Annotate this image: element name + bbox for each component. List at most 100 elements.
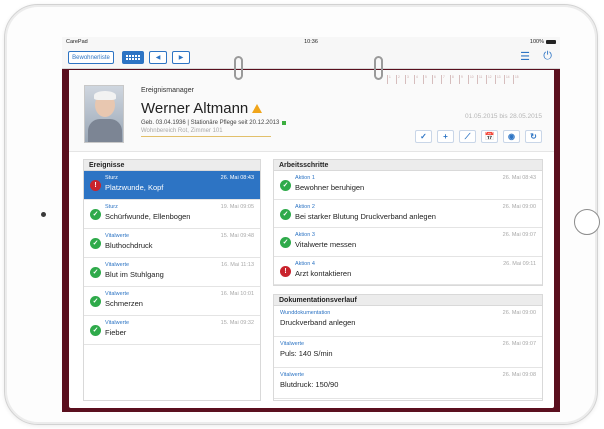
timeline-day[interactable]: 2 [396, 75, 403, 84]
item-category: Vitalwerte [280, 372, 305, 378]
steps-panel: Arbeitsschritte ✓ Aktion 1 Bewohner beruhi… [273, 159, 543, 286]
step-row[interactable]: ✓ Aktion 1 Bewohner beruhigen 26. Mai 08:43 [274, 171, 542, 200]
timeline-day[interactable]: 8 [450, 75, 457, 84]
timeline-day[interactable]: 14 [504, 75, 511, 84]
resident-list-button[interactable]: Bewohnerliste [68, 51, 114, 64]
check-icon: ✓ [90, 325, 101, 336]
item-title: Blut im Stuhlgang [105, 270, 164, 279]
item-title: Arzt kontaktieren [295, 268, 352, 278]
refresh-button[interactable]: ↻ [525, 130, 542, 143]
timeline-day[interactable]: 6 [432, 75, 439, 84]
events-list: ! Sturz Platzwunde, Kopf 26. Mai 08:43 ✓ Stur… [84, 171, 260, 345]
timeline-day[interactable]: 15 [513, 75, 520, 84]
step-row[interactable]: ✓ Aktion 2 Bei starker Blutung Druckverban… [274, 200, 542, 228]
power-icon[interactable]: ⏻ [543, 50, 552, 63]
timeline-day[interactable]: 11 [477, 75, 484, 84]
battery-icon [546, 39, 556, 44]
event-row[interactable]: ✓ Vitalwerte Bluthochdruck 15. Mai 09:48 [84, 229, 260, 258]
item-time: 26. Mai 09:00 [502, 310, 536, 316]
toolbar: Bewohnerliste ◀ ▶ ☰ ⏻ [62, 46, 560, 69]
timeline-day[interactable]: 7 [441, 75, 448, 84]
battery-percent: 100% [529, 38, 544, 45]
item-category: Vitalwerte [105, 233, 130, 239]
check-icon: ✓ [280, 180, 291, 191]
events-title: Ereignisse [84, 160, 260, 171]
item-time: 16. Mai 10:01 [220, 291, 254, 297]
item-time: 26. Mai 09:08 [502, 372, 536, 378]
check-icon: ✓ [90, 296, 101, 307]
check-icon: ✓ [280, 237, 291, 248]
forward-button[interactable]: ▶ [172, 51, 190, 64]
item-category: Aktion 4 [295, 260, 315, 267]
list-icon[interactable]: ☰ [520, 50, 530, 63]
check-icon: ✓ [280, 208, 291, 220]
doc-row[interactable]: Wunddokumentation Druckverband anlegen 26.… [274, 306, 542, 337]
event-row[interactable]: ✓ Vitalwerte Schmerzen 16. Mai 10:01 [84, 287, 260, 316]
patient-info-row: Geb. 03.04.1936 | Stationäre Pflege seit… [141, 120, 287, 126]
steps-list: ✓ Aktion 1 Bewohner beruhigen 26. Mai 08:43… [274, 171, 542, 285]
home-button[interactable] [574, 209, 600, 235]
grid-view-button[interactable] [122, 51, 144, 64]
patient-name: Werner Altmann [141, 100, 249, 117]
check-icon: ✓ [90, 238, 101, 249]
grid-icon [126, 55, 140, 60]
patient-header: Ereignismanager Werner Altmann Geb. 03.0… [69, 70, 554, 152]
step-row[interactable]: ✓ Aktion 3 Vitalwerte messen 26. Mai 09:07 [274, 228, 542, 257]
doc-row[interactable]: Vitalwerte Blutdruck: 150/90 26. Mai 09:08 [274, 368, 542, 399]
battery-status: 100% [530, 39, 556, 45]
patient-name-row: Werner Altmann [141, 100, 263, 117]
progress-underline [141, 136, 271, 137]
item-time: 19. Mai 09:05 [220, 204, 254, 210]
timeline-day[interactable]: 9 [459, 75, 466, 84]
doc-row[interactable]: Vitalwerte Puls: 140 S/min 26. Mai 09:07 [274, 337, 542, 368]
item-time: 26. Mai 09:07 [502, 341, 536, 347]
item-category: Aktion 3 [295, 232, 315, 238]
item-category: Sturz [105, 175, 118, 181]
item-time: 15. Mai 09:32 [220, 320, 254, 326]
timeline-day[interactable]: 5 [423, 75, 430, 84]
check-icon: ✓ [90, 267, 101, 278]
view-button[interactable]: ◉ [503, 130, 520, 143]
alert-icon: ! [280, 265, 291, 277]
item-category: Vitalwerte [105, 320, 130, 326]
event-row[interactable]: ✓ Vitalwerte Blut im Stuhlgang 16. Mai 11:1… [84, 258, 260, 287]
step-row[interactable]: ! Aktion 4 Arzt kontaktieren 26. Mai 09:11 [274, 257, 542, 285]
timeline-day[interactable]: 4 [414, 75, 421, 84]
event-row[interactable]: ! Sturz Platzwunde, Kopf 26. Mai 08:43 [84, 171, 260, 200]
timeline-day[interactable]: 10 [468, 75, 475, 84]
binder-ring-left [234, 56, 243, 80]
confirm-button[interactable]: ✓ [415, 130, 432, 143]
item-category: Vitalwerte [105, 262, 130, 268]
item-title: Puls: 140 S/min [280, 349, 333, 358]
events-panel: Ereignisse ! Sturz Platzwunde, Kopf 26. Mai… [83, 159, 261, 401]
item-time: 16. Mai 11:13 [221, 262, 254, 268]
item-title: Fieber [105, 328, 127, 337]
item-title: Schmerzen [105, 299, 143, 308]
timeline-day[interactable]: 12 [486, 75, 493, 84]
item-title: Bewohner beruhigen [295, 183, 365, 192]
item-time: 15. Mai 09:48 [220, 233, 254, 239]
main-content: Ereignismanager Werner Altmann Geb. 03.0… [69, 70, 554, 408]
event-row[interactable]: ✓ Sturz Schürfwunde, Ellenbogen 19. Mai 09:… [84, 200, 260, 229]
item-category: Sturz [105, 204, 118, 210]
steps-title: Arbeitsschritte [274, 160, 542, 171]
item-time: 26. Mai 09:07 [502, 232, 536, 238]
patient-photo [84, 85, 124, 143]
camera [41, 212, 46, 217]
check-icon: ✓ [90, 209, 101, 220]
item-category: Vitalwerte [105, 291, 130, 297]
screen: CarePad 10:36 100% Bewohnerliste ◀ ▶ ☰ ⏻ [62, 37, 560, 412]
action-buttons: ✓ + ⟋ 📅 ◉ ↻ [415, 130, 542, 143]
item-title: Vitalwerte messen [295, 240, 357, 249]
timeline-day[interactable]: 13 [495, 75, 502, 84]
day-timeline[interactable]: 1 2 3 4 5 6 7 8 9 10 11 12 13 14 15 [387, 75, 547, 89]
date-range: 01.05.2015 bis 28.05.2015 [465, 113, 542, 120]
edit-button[interactable]: ⟋ [459, 130, 476, 143]
calendar-button[interactable]: 📅 [481, 130, 498, 143]
event-row[interactable]: ✓ Vitalwerte Fieber 15. Mai 09:32 [84, 316, 260, 345]
timeline-day[interactable]: 1 [387, 75, 394, 84]
back-button[interactable]: ◀ [149, 51, 167, 64]
add-button[interactable]: + [437, 130, 454, 143]
timeline-day[interactable]: 3 [405, 75, 412, 84]
item-category: Wunddokumentation [280, 310, 331, 316]
